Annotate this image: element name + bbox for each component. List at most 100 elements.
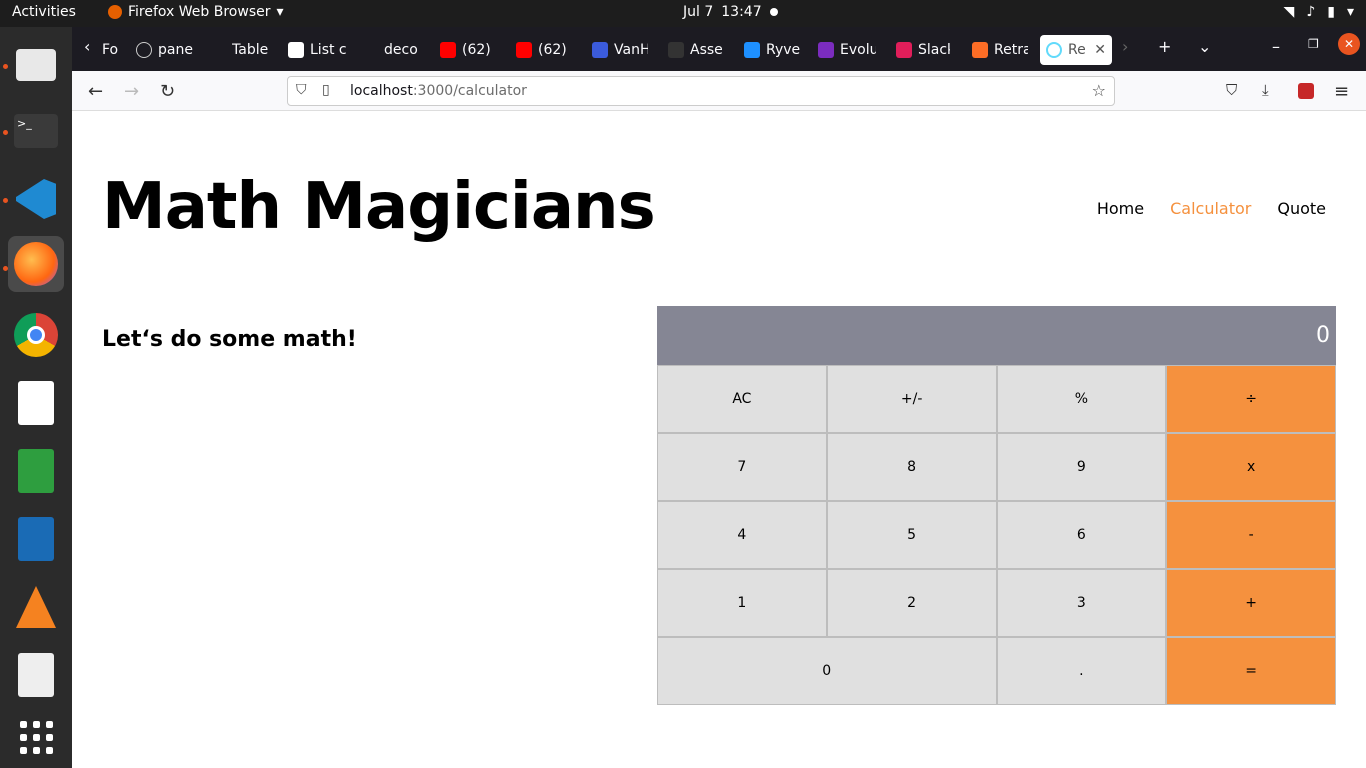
tab[interactable]: (62) xyxy=(440,35,498,65)
terminal-icon[interactable]: >_ xyxy=(8,103,64,159)
chevron-down-icon: ▾ xyxy=(276,4,284,20)
tab-bar: ‹ Fo pane Table List c deco (62) (62) Va… xyxy=(72,27,1366,71)
key-1[interactable]: 1 xyxy=(657,569,827,637)
tab[interactable]: deco xyxy=(384,35,428,65)
dock: >_ xyxy=(0,27,72,768)
activities-button[interactable]: Activities xyxy=(12,4,76,20)
tab[interactable]: Retra xyxy=(972,35,1028,65)
key-5[interactable]: 5 xyxy=(826,501,997,569)
files-icon[interactable] xyxy=(8,37,64,93)
page-icon: ▯ xyxy=(322,82,330,98)
key-6[interactable]: 6 xyxy=(996,501,1167,569)
hamburger-menu-icon[interactable]: ≡ xyxy=(1334,81,1349,102)
main-nav: Home Calculator Quote xyxy=(1097,199,1326,218)
react-icon xyxy=(1046,42,1062,58)
downloads-icon[interactable]: ⤓ xyxy=(1262,81,1269,99)
system-tray[interactable]: ◥ ♪ ▮ ▾ xyxy=(1284,4,1354,20)
calculator: 0 AC +/- % ÷ 7 8 9 x 4 5 6 - 1 2 3 + 0 .… xyxy=(657,306,1336,705)
calculator-display: 0 xyxy=(657,306,1336,365)
calc-icon[interactable] xyxy=(8,443,64,499)
shield-icon: ⛉ xyxy=(296,82,307,98)
list-tabs-icon[interactable]: ⌄ xyxy=(1198,37,1211,56)
writer-icon[interactable] xyxy=(8,511,64,567)
tab[interactable]: Slack xyxy=(896,35,950,65)
app-name: Firefox Web Browser xyxy=(128,4,271,20)
app-menu[interactable]: Firefox Web Browser ▾ xyxy=(108,4,284,20)
minimize-icon[interactable]: – xyxy=(1272,37,1280,56)
key-9[interactable]: 9 xyxy=(996,433,1167,501)
ryver-icon xyxy=(744,42,760,58)
tab[interactable]: (62) xyxy=(516,35,574,65)
quora-icon xyxy=(668,42,684,58)
reload-icon[interactable]: ↻ xyxy=(160,81,175,102)
chevron-down-icon: ▾ xyxy=(1346,4,1354,20)
tab[interactable]: List c xyxy=(288,35,346,65)
close-window-icon[interactable]: ✕ xyxy=(1338,33,1360,55)
nav-link-calculator[interactable]: Calculator xyxy=(1170,199,1251,218)
notification-dot xyxy=(769,8,778,16)
key-divide[interactable]: ÷ xyxy=(1166,365,1336,433)
key-decimal[interactable]: . xyxy=(996,637,1167,705)
key-0[interactable]: 0 xyxy=(657,637,997,705)
firefox-small-icon xyxy=(108,5,122,19)
intro-heading: Let‘s do some math! xyxy=(102,327,357,352)
battery-icon: ▮ xyxy=(1327,4,1335,20)
apps-grid-icon[interactable] xyxy=(8,709,64,765)
scroll-tabs-left-icon[interactable]: ‹ xyxy=(84,37,90,56)
tab[interactable]: Ryve xyxy=(744,35,800,65)
key-clear[interactable]: AC xyxy=(657,365,827,433)
tab[interactable]: pane xyxy=(136,35,214,65)
youtube-icon xyxy=(516,42,532,58)
wifi-icon: ◥ xyxy=(1283,4,1295,20)
tab[interactable]: Asse xyxy=(668,35,722,65)
vscode-icon[interactable] xyxy=(8,171,64,227)
maximize-icon[interactable]: ❐ xyxy=(1308,37,1319,51)
volume-icon: ♪ xyxy=(1306,4,1316,20)
key-percent[interactable]: % xyxy=(996,365,1167,433)
key-2[interactable]: 2 xyxy=(826,569,997,637)
clock[interactable]: Jul 7 13:47 xyxy=(683,4,778,20)
nav-link-home[interactable]: Home xyxy=(1097,199,1144,218)
firefox-icon[interactable] xyxy=(8,236,64,292)
key-multiply[interactable]: x xyxy=(1166,433,1336,501)
bookmark-star-icon[interactable]: ☆ xyxy=(1092,81,1106,100)
pocket-icon[interactable]: ⛉ xyxy=(1226,81,1237,99)
key-equals[interactable]: = xyxy=(1166,637,1336,705)
url-bar[interactable]: ⛉ ▯ localhost:3000/calculator ☆ xyxy=(287,76,1115,106)
tab-active[interactable]: Re ✕ xyxy=(1040,35,1112,65)
key-7[interactable]: 7 xyxy=(657,433,827,501)
tab[interactable]: VanH xyxy=(592,35,648,65)
vlc-icon[interactable] xyxy=(8,579,64,635)
chrome-icon[interactable] xyxy=(8,307,64,363)
text-editor-icon[interactable] xyxy=(8,375,64,431)
key-4[interactable]: 4 xyxy=(657,501,827,569)
info-icon xyxy=(136,42,152,58)
key-subtract[interactable]: - xyxy=(1166,501,1336,569)
key-sign[interactable]: +/- xyxy=(826,365,997,433)
navigation-bar: ← → ↻ ⛉ ▯ localhost:3000/calculator ☆ ⛉ … xyxy=(72,71,1366,111)
new-tab-icon[interactable]: + xyxy=(1158,37,1171,56)
calculator-keypad: AC +/- % ÷ 7 8 9 x 4 5 6 - 1 2 3 + 0 . = xyxy=(657,365,1336,705)
gitlab-icon xyxy=(972,42,988,58)
app-logo: Math Magicians xyxy=(102,170,656,244)
nav-link-quote[interactable]: Quote xyxy=(1277,199,1326,218)
key-8[interactable]: 8 xyxy=(826,433,997,501)
tab[interactable]: Fo xyxy=(102,35,122,65)
close-tab-icon[interactable]: ✕ xyxy=(1094,42,1106,58)
tab[interactable]: Table xyxy=(232,35,270,65)
key-3[interactable]: 3 xyxy=(996,569,1167,637)
reader-icon[interactable] xyxy=(8,647,64,703)
key-add[interactable]: + xyxy=(1166,569,1336,637)
back-arrow-icon[interactable]: ← xyxy=(88,81,103,102)
extension-icon[interactable] xyxy=(1298,83,1314,99)
forward-arrow-icon[interactable]: → xyxy=(124,81,139,102)
system-top-bar: Activities Firefox Web Browser ▾ Jul 7 1… xyxy=(0,0,1366,27)
url-text: localhost:3000/calculator xyxy=(350,83,527,99)
vanhack-icon xyxy=(592,42,608,58)
scroll-tabs-right-icon[interactable]: › xyxy=(1122,37,1128,56)
youtube-icon xyxy=(440,42,456,58)
page: Math Magicians Home Calculator Quote Let… xyxy=(72,112,1366,768)
slack-icon xyxy=(896,42,912,58)
tab[interactable]: Evolu xyxy=(818,35,876,65)
wikipedia-icon xyxy=(288,42,304,58)
